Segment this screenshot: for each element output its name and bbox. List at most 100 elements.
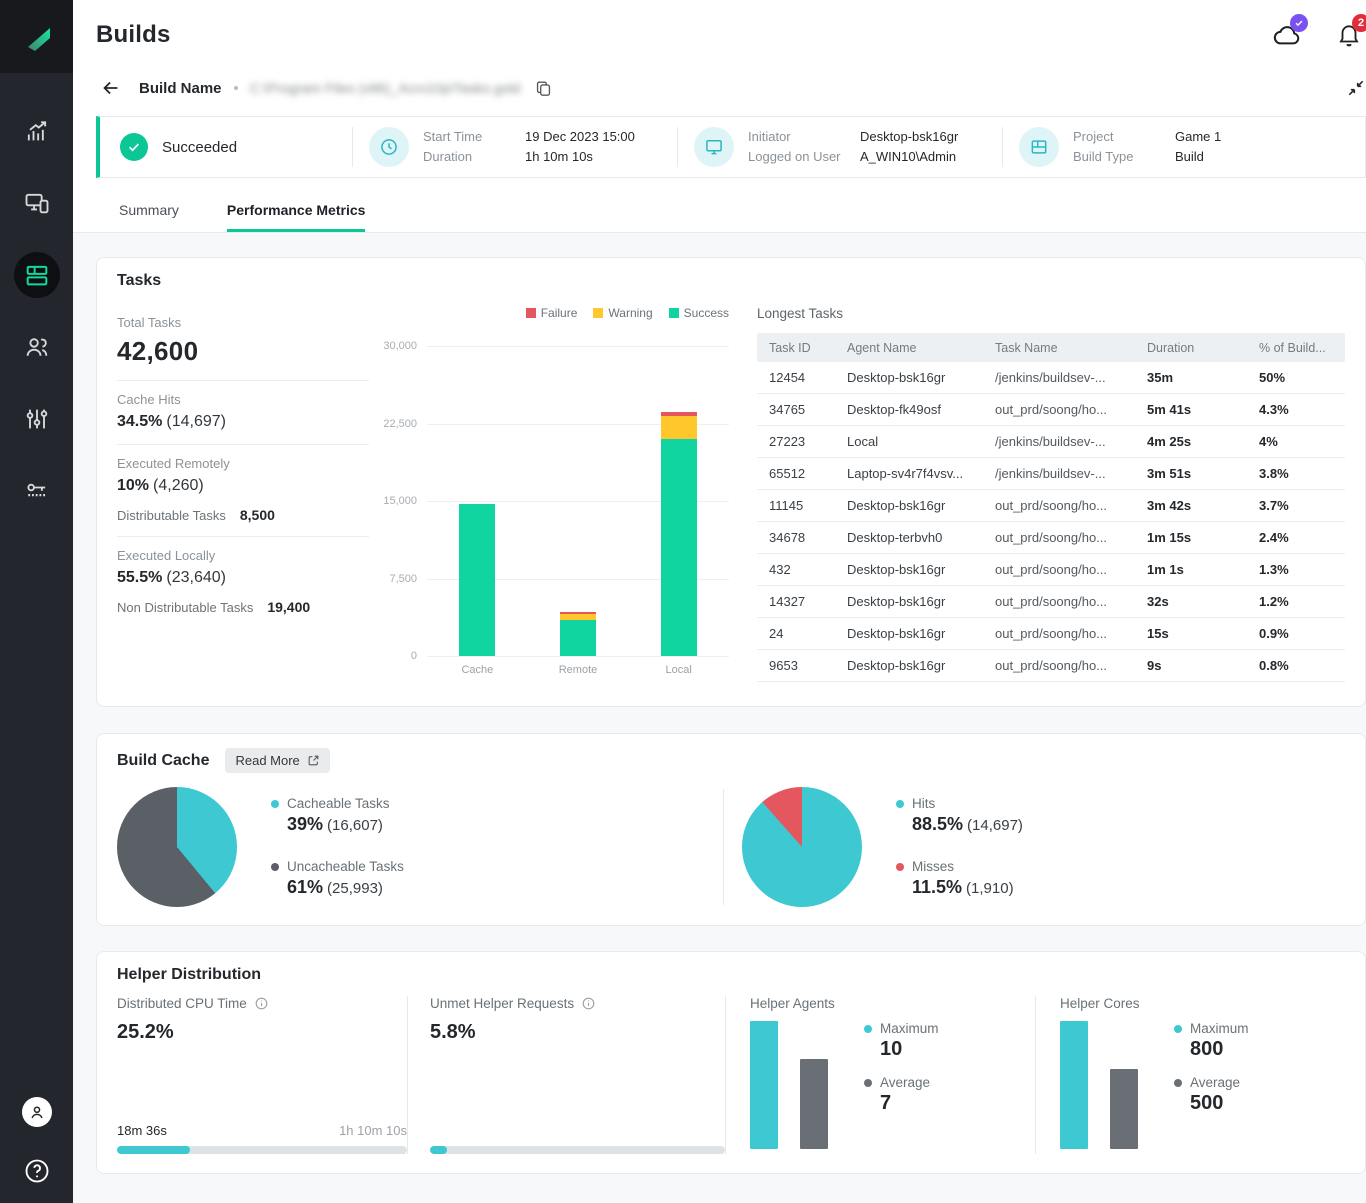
table-cell: out_prd/soong/ho... [983, 562, 1135, 577]
legend-dot [1174, 1025, 1182, 1033]
build-status-text: Succeeded [162, 139, 237, 156]
table-row[interactable]: 34765Desktop-fk49osfout_prd/soong/ho...5… [757, 394, 1345, 426]
helper-cores-bar-chart [1060, 1021, 1142, 1149]
table-row[interactable]: 9653Desktop-bsk16grout_prd/soong/ho...9s… [757, 650, 1345, 682]
field-value: Game 1 [1175, 129, 1221, 145]
table-row[interactable]: 11145Desktop-bsk16grout_prd/soong/ho...3… [757, 490, 1345, 522]
tasks-bar-chart: FailureWarningSuccess 30,00022,50015,000… [377, 304, 729, 682]
unmet-helper-requests-section: Unmet Helper Requests 5.8% [407, 996, 725, 1154]
tab-summary[interactable]: Summary [119, 192, 179, 232]
table-cell: Local [835, 434, 983, 449]
stat-sub-value: 8,500 [240, 507, 275, 523]
sidebar-item-agents[interactable] [0, 167, 73, 239]
sidebar-item-users[interactable] [0, 311, 73, 383]
legend-value: 11.5% [912, 877, 962, 897]
table-cell: 2.4% [1247, 530, 1345, 545]
table-cell: 15s [1135, 626, 1247, 641]
page-title: Builds [96, 21, 171, 49]
help-button[interactable] [23, 1157, 51, 1185]
y-tick-label: 30,000 [383, 340, 417, 352]
table-header-row: Task IDAgent NameTask NameDuration% of B… [757, 333, 1345, 362]
table-row[interactable]: 34678Desktop-terbvh0out_prd/soong/ho...1… [757, 522, 1345, 554]
legend-dot [896, 863, 904, 871]
app-logo[interactable] [0, 0, 73, 73]
stat-paren: (4,260) [153, 477, 204, 494]
legend-dot [271, 863, 279, 871]
legend-dot [896, 800, 904, 808]
y-tick-label: 0 [411, 650, 417, 662]
field-label: Initiator [748, 129, 860, 145]
field-label: Build Type [1073, 149, 1175, 165]
table-row[interactable]: 14327Desktop-bsk16grout_prd/soong/ho...3… [757, 586, 1345, 618]
table-cell: 24 [757, 626, 835, 641]
section-label: Helper Agents [750, 996, 835, 1011]
user-avatar[interactable] [22, 1097, 52, 1127]
info-icon[interactable] [581, 996, 596, 1011]
sidebar-item-license[interactable] [0, 455, 73, 527]
x-axis-labels: CacheRemoteLocal [427, 664, 729, 676]
bar-segment-success [560, 620, 596, 656]
table-cell: 1m 15s [1135, 530, 1247, 545]
table-cell: Desktop-terbvh0 [835, 530, 983, 545]
legend-label: Maximum [1190, 1021, 1249, 1036]
sidebar-bottom [22, 1097, 52, 1203]
table-cell: 3.7% [1247, 498, 1345, 513]
collapse-icon[interactable] [1346, 78, 1366, 98]
table-cell: Desktop-bsk16gr [835, 626, 983, 641]
table-cell: 11145 [757, 498, 835, 513]
legend-dot [864, 1025, 872, 1033]
content: Tasks Total Tasks 42,600 Cache Hits 34.5… [73, 233, 1366, 1203]
table-cell: 4% [1247, 434, 1345, 449]
table-cell: 32s [1135, 594, 1247, 609]
field-label: Duration [423, 149, 525, 165]
legend-value: 39% [287, 814, 323, 834]
mini-bar-maximum [750, 1021, 778, 1149]
section-label: Helper Cores [1060, 996, 1140, 1011]
legend-average: Average 500 [1174, 1075, 1249, 1115]
table-cell: /jenkins/buildsev-... [983, 466, 1135, 481]
helper-cores-section: Helper Cores Maximum 800 Average 500 [1035, 996, 1317, 1154]
table-header-cell: Duration [1135, 341, 1247, 355]
table-row[interactable]: 27223Local/jenkins/buildsev-...4m 25s4% [757, 426, 1345, 458]
bar-segment-success [661, 439, 697, 656]
table-cell: out_prd/soong/ho... [983, 402, 1135, 417]
copy-icon[interactable] [534, 79, 553, 98]
table-cell: Desktop-bsk16gr [835, 658, 983, 673]
stat-label: Executed Remotely [117, 456, 369, 471]
legend-maximum: Maximum 10 [864, 1021, 939, 1061]
table-row[interactable]: 432Desktop-bsk16grout_prd/soong/ho...1m … [757, 554, 1345, 586]
back-arrow-icon[interactable] [100, 77, 122, 99]
sidebar-item-builds[interactable] [0, 239, 73, 311]
table-cell: /jenkins/buildsev-... [983, 370, 1135, 385]
notifications-button[interactable]: 2 [1332, 20, 1366, 50]
field-value: Build [1175, 149, 1204, 165]
helper-distribution-panel: Helper Distribution Distributed CPU Time… [96, 951, 1366, 1174]
incredibuild-logo-icon [19, 19, 55, 55]
table-cell: 1.3% [1247, 562, 1345, 577]
read-more-button[interactable]: Read More [225, 748, 329, 773]
chart-legend: FailureWarningSuccess [377, 306, 729, 320]
cloud-status-button[interactable] [1270, 20, 1304, 50]
cache-hits-section: Hits 88.5%(14,697) Misses 11.5%(1,910) [724, 787, 1023, 907]
clock-icon [369, 127, 409, 167]
sliders-icon [23, 405, 51, 433]
tab-performance-metrics[interactable]: Performance Metrics [227, 192, 366, 232]
cache-hit-miss-pie-chart [742, 787, 862, 907]
legend-label: Failure [541, 306, 578, 320]
sidebar-item-analytics[interactable] [0, 95, 73, 167]
table-row[interactable]: 24Desktop-bsk16grout_prd/soong/ho...15s0… [757, 618, 1345, 650]
helper-agents-bar-chart [750, 1021, 832, 1149]
section-value: 5.8% [430, 1021, 725, 1044]
table-cell: 4.3% [1247, 402, 1345, 417]
section-label: Distributed CPU Time [117, 996, 247, 1011]
stat-value: 10% [117, 477, 149, 494]
legend-value: 61% [287, 877, 323, 897]
table-row[interactable]: 12454Desktop-bsk16gr/jenkins/buildsev-..… [757, 362, 1345, 394]
check-icon [1294, 18, 1304, 28]
devices-icon [23, 189, 51, 217]
sidebar-item-settings[interactable] [0, 383, 73, 455]
range-start: 18m 36s [117, 1123, 167, 1138]
table-row[interactable]: 65512Laptop-sv4r7f4vsv.../jenkins/builds… [757, 458, 1345, 490]
table-header-cell: Agent Name [835, 341, 983, 355]
info-icon[interactable] [254, 996, 269, 1011]
